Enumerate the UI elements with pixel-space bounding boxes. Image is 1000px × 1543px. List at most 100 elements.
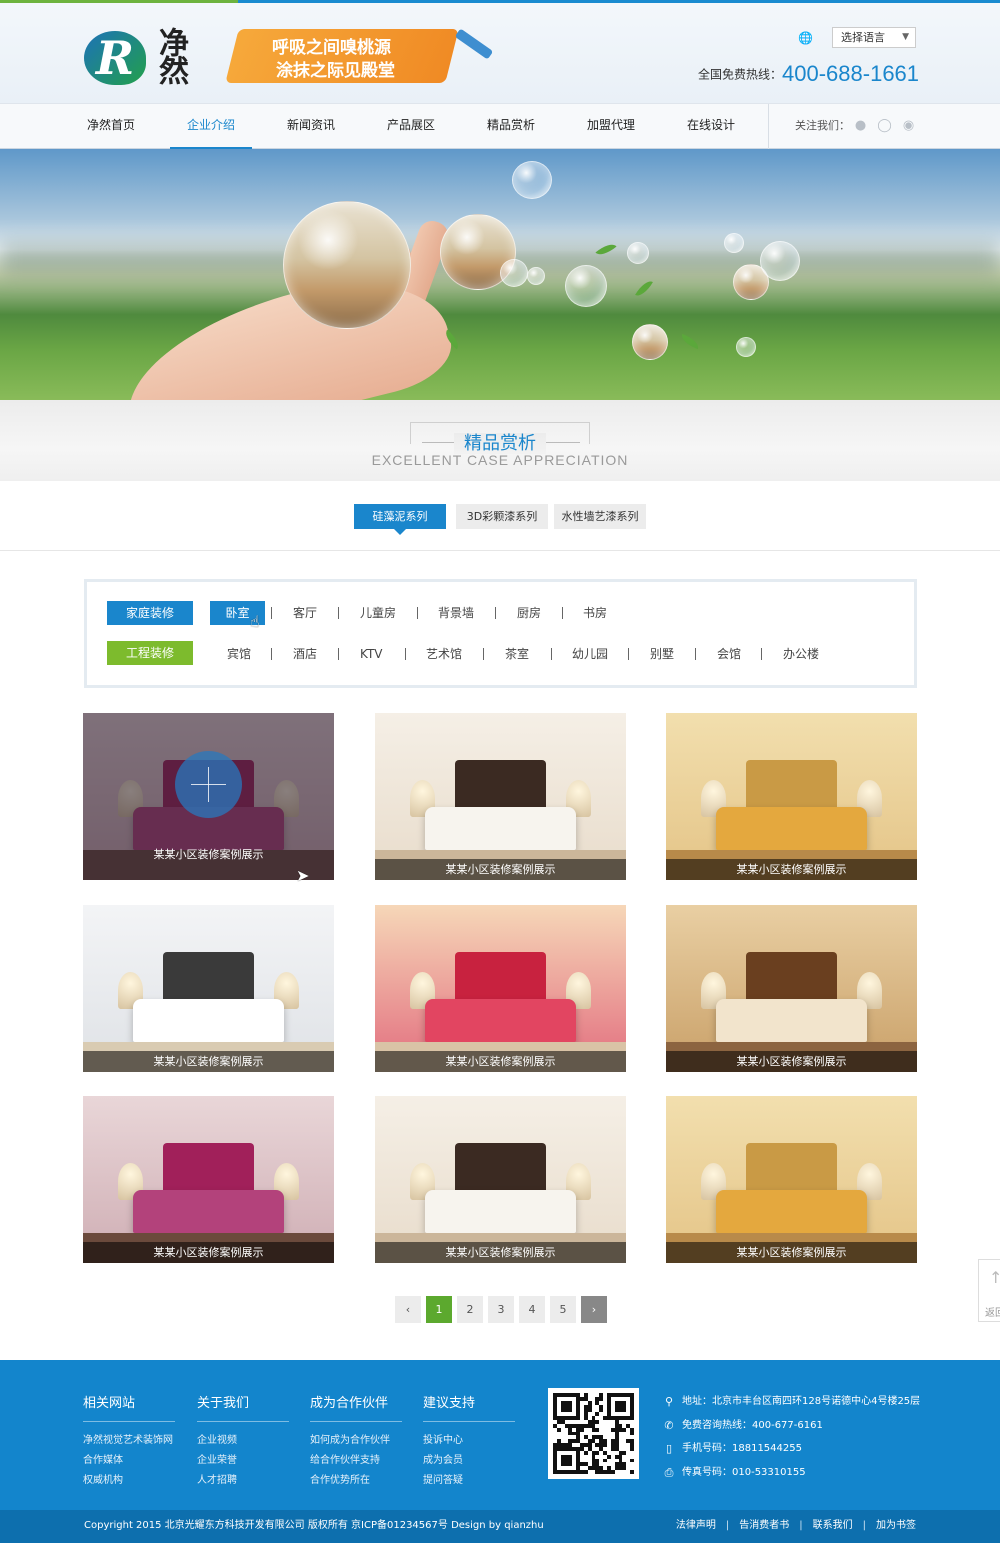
hand-cursor-icon: ☝ [250, 612, 260, 631]
filter-separator [628, 648, 629, 660]
case-card[interactable]: 某某小区装修案例展示 [83, 1096, 334, 1263]
wechat-icon[interactable]: ◉ [900, 118, 917, 133]
bottom-link-legal[interactable]: 法律声明 [676, 1520, 716, 1531]
prev-page-button[interactable]: ‹ [395, 1296, 421, 1323]
filter-separator [562, 607, 563, 619]
qr-code [548, 1388, 639, 1479]
bottom-link-contact[interactable]: 联系我们 [813, 1520, 853, 1531]
filter-item-tearoom[interactable]: 茶室 [505, 642, 529, 666]
page-4[interactable]: 4 [519, 1296, 545, 1323]
filter-item-office[interactable]: 办公楼 [783, 642, 819, 666]
nav-divider [768, 104, 769, 149]
scene-bed [716, 806, 867, 850]
tab-water-paint[interactable]: 水性墙艺漆系列 [554, 504, 646, 529]
case-card[interactable]: 某某小区装修案例展示 [83, 713, 334, 880]
bubble [760, 241, 800, 281]
filter-item-living-room[interactable]: 客厅 [293, 601, 317, 625]
footer-link[interactable]: 权威机构 [83, 1471, 175, 1491]
copyright-text: Copyright 2015 北京光耀东方科技开发有限公司 版权所有 京ICP备… [84, 1520, 544, 1531]
footer-link[interactable]: 人才招聘 [197, 1471, 289, 1491]
tab-3d-paint[interactable]: 3D彩颗漆系列 [456, 504, 548, 529]
page-1[interactable]: 1 [426, 1296, 452, 1323]
language-select[interactable]: 选择语言 ▼ [832, 27, 916, 48]
filter-project-label[interactable]: 工程装修 [107, 641, 193, 665]
nav-item-design[interactable]: 在线设计 [670, 104, 752, 149]
case-caption: 某某小区装修案例展示 [83, 1051, 334, 1072]
footer-link[interactable]: 给合作伙伴支持 [310, 1451, 402, 1471]
filter-item-study[interactable]: 书房 [583, 601, 607, 625]
filter-item-kids-room[interactable]: 儿童房 [360, 601, 396, 625]
case-card[interactable]: 某某小区装修案例展示 [375, 713, 626, 880]
scene-bed [716, 998, 867, 1042]
world-map-icon: 🌐 [798, 31, 813, 45]
nav-item-cases[interactable]: 精品赏析 [470, 104, 552, 149]
bubble [527, 267, 545, 285]
qr-module [587, 1408, 592, 1413]
footer-link[interactable]: 如何成为合作伙伴 [310, 1431, 402, 1451]
filter-item-feature-wall[interactable]: 背景墙 [438, 601, 474, 625]
scene-bed [133, 1189, 284, 1233]
case-card[interactable]: 某某小区装修案例展示 [83, 905, 334, 1072]
footer-link[interactable]: 企业视频 [197, 1431, 289, 1451]
case-card[interactable]: 某某小区装修案例展示 [375, 1096, 626, 1263]
footer-link[interactable]: 合作媒体 [83, 1451, 175, 1471]
case-card[interactable]: 某某小区装修案例展示 [666, 905, 917, 1072]
divider [0, 550, 1000, 551]
plus-icon[interactable] [175, 751, 242, 818]
case-card[interactable]: 某某小区装修案例展示 [666, 713, 917, 880]
section-title-cn-text: 精品赏析 [454, 433, 546, 454]
page-3[interactable]: 3 [488, 1296, 514, 1323]
page-5[interactable]: 5 [550, 1296, 576, 1323]
footer-link[interactable]: 合作优势所在 [310, 1471, 402, 1491]
hotline: 全国免费热线：400-688-1661 [698, 61, 919, 86]
filter-separator [483, 648, 484, 660]
case-image [666, 1096, 917, 1263]
nav-item-franchise[interactable]: 加盟代理 [570, 104, 652, 149]
bottom-link-consumer[interactable]: 告消费者书 [739, 1520, 789, 1531]
nav-item-home[interactable]: 净然首页 [70, 104, 152, 149]
weibo-icon[interactable]: ● [852, 118, 869, 133]
scene-headboard [163, 951, 254, 1006]
scene-headboard [746, 759, 837, 814]
footer-col-about: 关于我们 企业视频 企业荣誉 人才招聘 [197, 1392, 289, 1491]
qr-module [610, 1470, 615, 1474]
qr-module [630, 1470, 634, 1474]
tab-diatom-mud[interactable]: 硅藻泥系列 [354, 504, 446, 535]
filter-separator [417, 607, 418, 619]
qr-module [568, 1408, 573, 1413]
nav-item-news[interactable]: 新闻资讯 [270, 104, 352, 149]
filter-item-kitchen[interactable]: 厨房 [517, 601, 541, 625]
filter-home-label[interactable]: 家庭装修 [107, 601, 193, 625]
filter-item-guesthouse[interactable]: 宾馆 [227, 642, 251, 666]
bottom-link-bookmark[interactable]: 加为书签 [876, 1520, 916, 1531]
filter-item-club[interactable]: 会馆 [717, 642, 741, 666]
filter-item-kindergarten[interactable]: 幼儿园 [572, 642, 608, 666]
footer-link[interactable]: 企业荣誉 [197, 1451, 289, 1471]
footer-link[interactable]: 提问答疑 [423, 1471, 515, 1491]
logo[interactable]: R 净然 [84, 25, 204, 87]
nav-item-products[interactable]: 产品展区 [370, 104, 452, 149]
scene-headboard [455, 1142, 546, 1197]
next-page-button[interactable]: › [581, 1296, 607, 1323]
footer-col-related: 相关网站 净然视觉艺术装饰网 合作媒体 权威机构 [83, 1392, 175, 1491]
bubble-room-small [632, 324, 668, 360]
filter-item-ktv[interactable]: KTV [360, 642, 382, 666]
filter-item-villa[interactable]: 别墅 [650, 642, 674, 666]
case-image [666, 713, 917, 880]
qr-module [599, 1408, 604, 1413]
footer-link[interactable]: 投诉中心 [423, 1431, 515, 1451]
site-header: R 净然 呼吸之间嗅桃源 涂抹之际见殿堂 🌐 选择语言 ▼ 全国免费热线：400-… [0, 3, 1000, 103]
back-to-top-button[interactable]: ↑ 返回 [978, 1259, 1000, 1322]
nav-item-about[interactable]: 企业介绍 [170, 104, 252, 149]
scene-headboard [455, 759, 546, 814]
tencent-weibo-icon[interactable]: ◯ [876, 118, 893, 133]
page-2[interactable]: 2 [457, 1296, 483, 1323]
logo-text: 净然 [153, 27, 188, 83]
footer-link[interactable]: 成为会员 [423, 1451, 515, 1471]
filter-item-gallery[interactable]: 艺术馆 [426, 642, 462, 666]
footer-link[interactable]: 净然视觉艺术装饰网 [83, 1431, 175, 1451]
filter-item-hotel[interactable]: 酒店 [293, 642, 317, 666]
case-card[interactable]: 某某小区装修案例展示 [666, 1096, 917, 1263]
mobile-icon: ▯ [665, 1442, 673, 1455]
case-card[interactable]: 某某小区装修案例展示 [375, 905, 626, 1072]
